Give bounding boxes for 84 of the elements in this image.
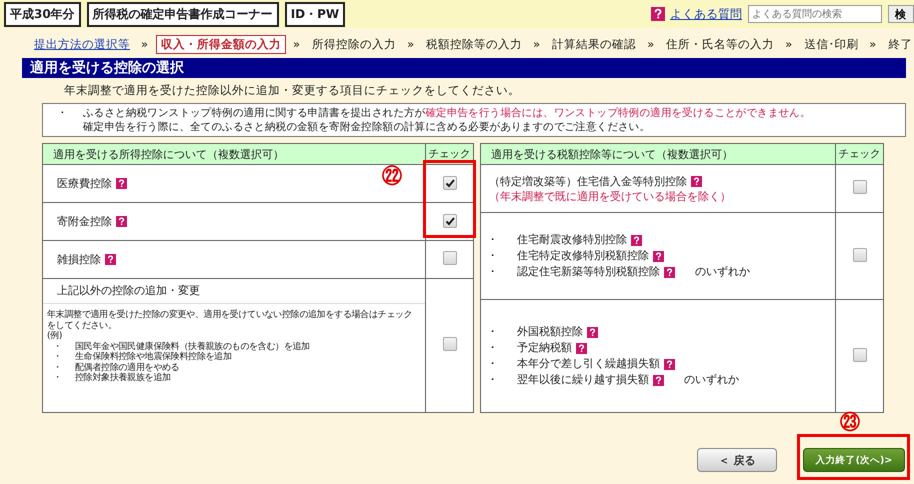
step-label: 収入・所得金額の入力 — [156, 34, 286, 54]
credit-label: 外国税額控除 — [517, 324, 583, 340]
step-label: 住所・氏名等の入力 — [665, 36, 776, 52]
bullet: ・ — [57, 106, 69, 120]
deduction-label: 雑損控除 — [57, 252, 101, 267]
example-text: 控除対象扶養親族を追加 — [75, 373, 171, 384]
help-icon[interactable] — [116, 178, 127, 189]
step-label: 計算結果の確認 — [551, 36, 638, 52]
help-icon[interactable] — [587, 326, 598, 338]
column-header: チェック — [836, 144, 884, 164]
description-text: 年末調整で適用を受けた控除の変更や、適用を受けていない控除の追加をする場合はチェックをしてください。 — [47, 310, 414, 331]
credit-label: 住宅特定改修特別税額控除 — [517, 248, 649, 264]
help-icon[interactable] — [105, 254, 116, 265]
step-separator: » — [141, 37, 148, 51]
checkbox[interactable] — [852, 248, 866, 262]
help-icon[interactable] — [664, 266, 675, 278]
page-title: 適用を受ける控除の選択 — [22, 58, 906, 78]
step-label: 終了 — [887, 36, 914, 52]
example-text: 国民年金や国民健康保険料（扶養親族のものを含む）を追加 — [75, 342, 310, 352]
header-tag: 平成30年分 — [4, 2, 81, 26]
checkbox[interactable] — [442, 337, 456, 351]
step-link[interactable]: 提出方法の選択等 — [30, 36, 134, 52]
help-icon — [651, 7, 665, 21]
bullet: ・ — [52, 362, 63, 373]
help-icon[interactable] — [576, 342, 587, 354]
checkbox[interactable] — [442, 176, 456, 190]
bullet: ・ — [486, 232, 499, 248]
suffix-text: のいずれか — [684, 372, 739, 388]
step-separator: » — [407, 37, 414, 51]
help-icon[interactable] — [631, 234, 642, 246]
step-label: 税額控除等の入力 — [425, 36, 524, 52]
faq-link[interactable]: よくある質問 — [670, 6, 742, 22]
example-text: 生命保険料控除や地震保険料控除を追加 — [75, 352, 232, 362]
bullet: ・ — [52, 373, 63, 384]
step-separator: » — [293, 37, 300, 51]
bullet: ・ — [486, 248, 499, 264]
bullet: ・ — [486, 340, 499, 356]
search-field[interactable]: よくある質問の検索 — [748, 5, 882, 23]
checkbox[interactable] — [442, 214, 456, 228]
bullet: ・ — [486, 372, 499, 388]
credit-label: 予定納税額 — [517, 340, 572, 356]
deduction-label: 医療費控除 — [57, 176, 112, 191]
step-label: 送信･印刷 — [803, 36, 860, 52]
step-separator: » — [785, 37, 792, 51]
credit-label: 認定住宅新築等特別税額控除 — [517, 264, 660, 280]
bullet: ・ — [486, 324, 499, 340]
checkbox[interactable] — [442, 251, 456, 265]
notice-text: 確定申告を行う際に、全てのふるさと納税の金額を寄附金控除額の計算に含める必要がありますのでご注意ください。 — [83, 120, 650, 134]
help-icon[interactable] — [653, 250, 664, 262]
credit-label: 住宅耐震改修特別控除 — [517, 232, 627, 248]
header-tag: 所得税の確定申告書作成コーナー — [86, 2, 279, 26]
credit-label: 本年分で差し引く繰越損失額 — [517, 356, 660, 372]
suffix-text: のいずれか — [695, 264, 750, 280]
checkbox[interactable] — [852, 180, 866, 194]
header-tag: ID・PW — [284, 2, 346, 26]
callout-number: ㉓ — [840, 410, 860, 434]
step-separator: » — [869, 37, 876, 51]
notice-text: ふるさと納税ワンストップ特例の適用に関する申請書を提出された方が確定申告を行う場合には、ワンストップ特例の適用を受けることができません。 — [83, 106, 811, 120]
step-label: 所得控除の入力 — [311, 36, 398, 52]
help-icon[interactable] — [116, 216, 127, 227]
credit-label: 翌年以後に繰り越す損失額 — [517, 372, 649, 388]
callout-number: ㉒ — [382, 164, 402, 188]
bullet: ・ — [486, 264, 499, 280]
bullet: ・ — [486, 356, 499, 372]
bullet: ・ — [52, 352, 63, 362]
column-header: 適用を受ける税額控除等について（複数選択可） — [480, 144, 836, 164]
search-button[interactable]: 検 — [888, 5, 914, 23]
instruction-text: 年末調整で適用を受けた控除以外に追加・変更する項目にチェックをしてください。 — [64, 83, 521, 98]
column-header: 適用を受ける所得控除について（複数選択可） — [42, 144, 426, 164]
example-label: (例) — [47, 331, 64, 342]
deduction-label: 上記以外の控除の追加・変更 — [56, 283, 201, 299]
deduction-label: 寄附金控除 — [57, 214, 112, 229]
step-separator: » — [647, 37, 654, 51]
bullet: ・ — [52, 342, 63, 352]
help-icon[interactable] — [653, 374, 664, 386]
note-text: （年末調整で既に適用を受けている場合を除く） — [489, 188, 732, 204]
credit-label: （特定増改築等）住宅借入金等特別控除 — [489, 174, 687, 188]
example-text: 配偶者控除の適用をやめる — [75, 362, 180, 372]
back-button[interactable]: ＜ 戻る — [697, 448, 777, 472]
next-button[interactable]: 入力終了(次へ)> — [803, 448, 905, 472]
help-icon[interactable] — [664, 358, 675, 370]
checkbox[interactable] — [852, 348, 866, 362]
help-icon[interactable] — [691, 176, 702, 186]
step-separator: » — [533, 37, 540, 51]
